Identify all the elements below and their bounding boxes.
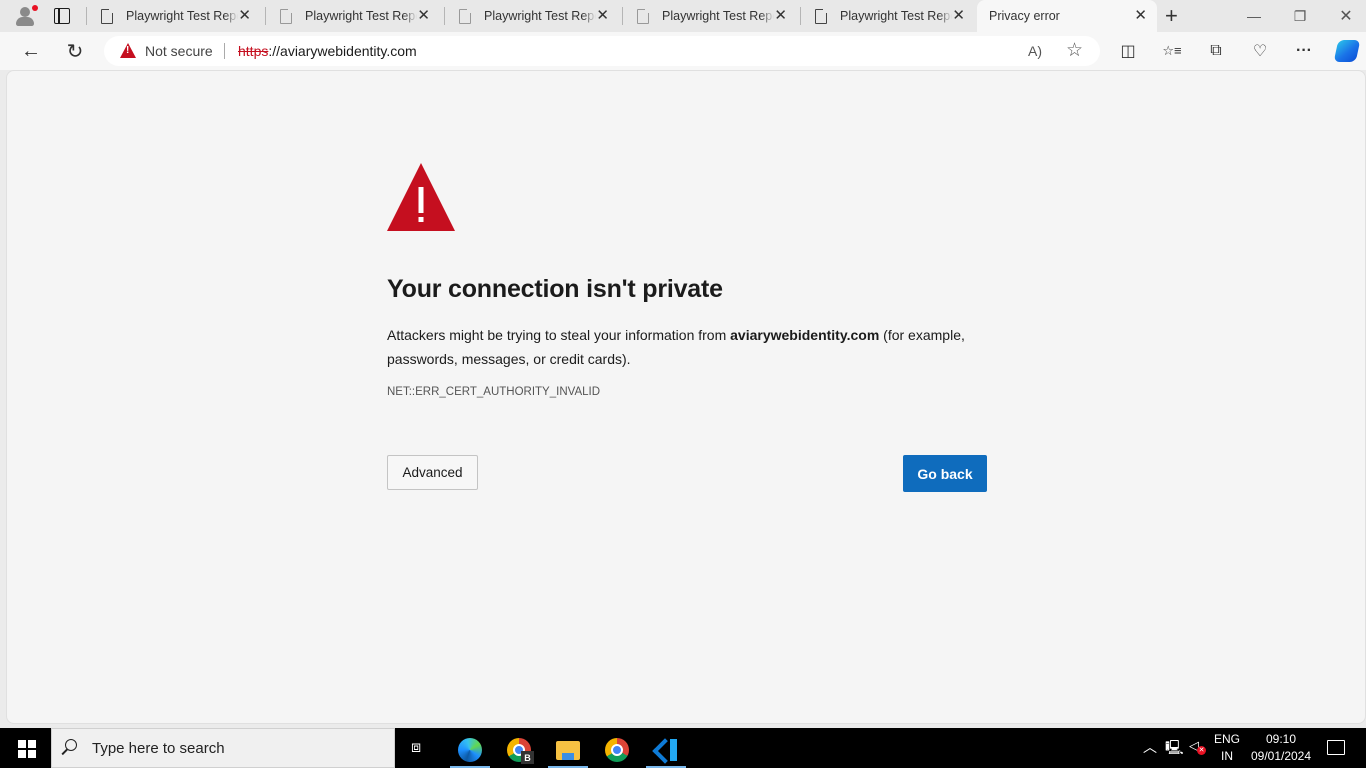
tab-title: Privacy error xyxy=(989,9,1060,23)
avatar-head xyxy=(20,7,30,17)
page-icon xyxy=(101,8,113,24)
address-bar[interactable]: Not secure https://aviarywebidentity.com… xyxy=(104,36,1100,66)
tab-close-icon[interactable]: ✕ xyxy=(774,8,787,24)
url-scheme: https xyxy=(238,43,269,59)
tab-playwright-report-3[interactable]: Playwright Test Report ✕ xyxy=(445,0,623,32)
refresh-button[interactable]: ↻ xyxy=(63,39,87,63)
warning-icon[interactable] xyxy=(120,43,136,58)
tab-close-icon[interactable]: ✕ xyxy=(238,8,251,24)
restore-button[interactable]: ❐ xyxy=(1277,0,1323,32)
collections-icon[interactable]: ⧉ xyxy=(1206,41,1226,61)
advanced-button[interactable]: Advanced xyxy=(387,455,478,490)
tab-title: Playwright Test Report xyxy=(484,9,596,23)
search-placeholder: Type here to search xyxy=(92,740,225,757)
split-screen-icon[interactable]: ◫ xyxy=(1118,41,1138,61)
more-options-icon[interactable]: ··· xyxy=(1294,41,1314,61)
system-clock[interactable]: 09:10 09/01/2024 xyxy=(1248,731,1314,765)
url-host: ://aviarywebidentity.com xyxy=(268,43,417,59)
favorite-star-icon[interactable]: ☆ xyxy=(1066,39,1083,62)
tab-title: Playwright Test Report xyxy=(662,9,774,23)
tab-close-icon[interactable]: ✕ xyxy=(417,8,430,24)
taskbar-search-box[interactable]: Type here to search xyxy=(51,728,395,768)
tab-playwright-report-5[interactable]: Playwright Test Report ✕ xyxy=(801,0,979,32)
avatar-body xyxy=(16,17,34,26)
page-icon xyxy=(815,8,827,24)
close-window-button[interactable]: ✕ xyxy=(1323,0,1366,32)
warning-description: Attackers might be trying to steal your … xyxy=(387,323,987,371)
edge-taskbar-icon[interactable] xyxy=(449,732,491,768)
address-separator xyxy=(224,43,225,59)
search-icon xyxy=(65,739,77,751)
page-icon xyxy=(459,8,471,24)
tab-privacy-error[interactable]: Privacy error ✕ xyxy=(977,0,1157,32)
tab-title: Playwright Test Report xyxy=(840,9,952,23)
desc-text: Attackers might be trying to steal your … xyxy=(387,327,731,343)
tab-close-icon[interactable]: ✕ xyxy=(1134,8,1147,24)
go-back-button[interactable]: Go back xyxy=(903,455,987,492)
error-code[interactable]: NET::ERR_CERT_AUTHORITY_INVALID xyxy=(387,386,600,398)
large-warning-icon xyxy=(387,163,455,231)
input-language[interactable]: ENG IN xyxy=(1212,731,1242,765)
page-content: Your connection isn't private Attackers … xyxy=(6,70,1366,724)
region-code: IN xyxy=(1221,749,1233,763)
task-view-icon[interactable]: ⧈ xyxy=(411,739,429,757)
clock-time: 09:10 xyxy=(1265,732,1297,746)
back-button[interactable]: ← xyxy=(19,39,43,63)
notifications-icon[interactable] xyxy=(1327,740,1345,755)
site-domain: aviarywebidentity.com xyxy=(730,327,880,343)
favorites-icon[interactable]: ☆≡ xyxy=(1162,41,1182,61)
chrome-profile-taskbar-icon[interactable]: B xyxy=(498,732,540,768)
new-tab-button[interactable]: + xyxy=(1165,5,1178,27)
minimize-button[interactable]: — xyxy=(1231,0,1277,32)
show-hidden-icons-chevron[interactable]: ︿ xyxy=(1143,737,1157,757)
browser-essentials-icon[interactable]: ♡ xyxy=(1250,41,1270,61)
url-text[interactable]: https://aviarywebidentity.com xyxy=(238,43,417,59)
copilot-icon[interactable] xyxy=(1333,40,1361,62)
tab-playwright-report-2[interactable]: Playwright Test Report ✕ xyxy=(266,0,444,32)
vscode-taskbar-icon[interactable] xyxy=(645,732,687,768)
profile-badge: B xyxy=(521,751,534,764)
page-title: Your connection isn't private xyxy=(387,275,723,303)
page-icon xyxy=(637,8,649,24)
start-button-windows-icon[interactable] xyxy=(18,740,36,758)
profile-avatar[interactable] xyxy=(13,4,38,28)
tab-playwright-report-4[interactable]: Playwright Test Report ✕ xyxy=(623,0,801,32)
notification-dot xyxy=(32,5,38,11)
read-aloud-icon[interactable]: A) xyxy=(1028,43,1042,59)
browser-toolbar: ← ↻ Not secure https://aviarywebidentity… xyxy=(0,32,1366,70)
tab-close-icon[interactable]: ✕ xyxy=(952,8,965,24)
page-icon xyxy=(280,8,292,24)
file-explorer-taskbar-icon[interactable] xyxy=(547,732,589,768)
taskbar: Type here to search ⧈ B ︿ 🖳 ◁ ✕ ENG IN 09… xyxy=(0,728,1366,768)
tab-title: Playwright Test Report xyxy=(305,9,417,23)
lang-code: ENG xyxy=(1213,732,1240,746)
network-icon[interactable]: 🖳 xyxy=(1165,737,1184,761)
tab-strip: Playwright Test Report ✕ Playwright Test… xyxy=(0,0,1366,32)
mute-x-icon: ✕ xyxy=(1197,746,1206,755)
tab-close-icon[interactable]: ✕ xyxy=(596,8,609,24)
clock-date: 09/01/2024 xyxy=(1250,749,1312,763)
folder-logo xyxy=(556,740,580,760)
chrome-taskbar-icon[interactable] xyxy=(596,732,638,768)
tab-actions-menu-icon[interactable] xyxy=(54,8,70,24)
chrome-logo xyxy=(605,738,629,762)
tab-title: Playwright Test Report xyxy=(126,9,238,23)
vscode-logo xyxy=(655,739,677,761)
tab-playwright-report-1[interactable]: Playwright Test Report ✕ xyxy=(87,0,265,32)
security-indicator[interactable]: Not secure xyxy=(145,43,213,59)
edge-logo xyxy=(458,738,482,762)
